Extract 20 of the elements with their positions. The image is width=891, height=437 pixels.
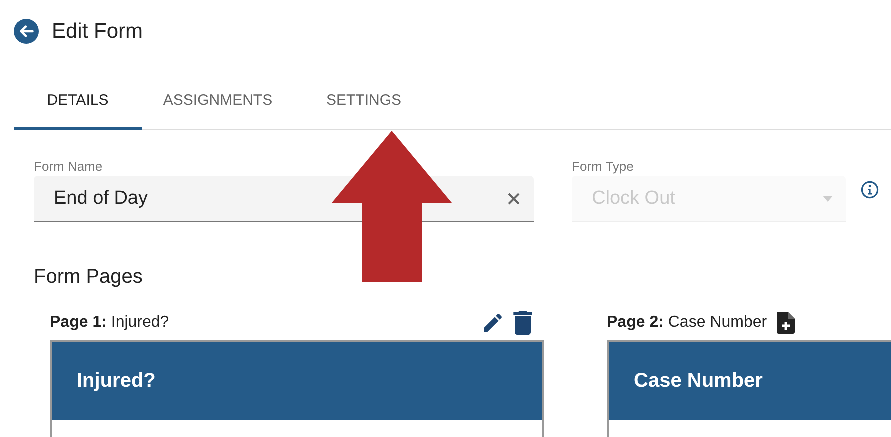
- file-add-icon[interactable]: [777, 312, 796, 334]
- trash-icon[interactable]: [513, 311, 533, 335]
- clear-icon[interactable]: [507, 192, 521, 206]
- page-card[interactable]: Case Number: [607, 340, 891, 437]
- tab[interactable]: DETAILS: [14, 82, 142, 130]
- field-label: Form Type: [572, 159, 634, 174]
- page-heading: Case Number: [634, 370, 763, 392]
- section-title: Form Pages: [33, 265, 144, 289]
- field-label: Form Name: [34, 159, 103, 174]
- tab[interactable]: ASSIGNMENTS: [142, 82, 294, 130]
- caret-icon: [823, 196, 833, 202]
- back-icon[interactable]: [14, 19, 39, 44]
- pencil-icon[interactable]: [481, 311, 505, 335]
- tab[interactable]: SETTINGS: [294, 82, 434, 130]
- page-title: Edit Form: [52, 20, 144, 44]
- page-label: Page 2: Case Number: [607, 314, 768, 332]
- page-card[interactable]: Injured?: [50, 340, 544, 437]
- page-label: Page 1: Injured?: [50, 314, 170, 332]
- info-icon[interactable]: [861, 181, 879, 199]
- page-heading: Injured?: [77, 370, 156, 392]
